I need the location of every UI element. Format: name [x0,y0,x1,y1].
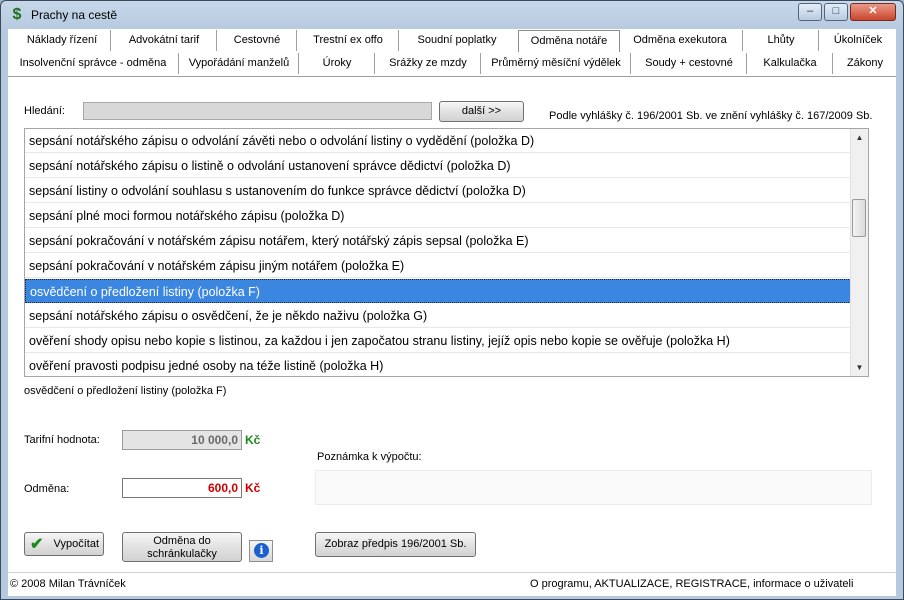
tab-advokatni-tarif[interactable]: Advokátní tarif [110,30,217,51]
app-window: $ Prachy na cestě – □ ✕ Náklady řízení A… [0,0,904,600]
window-title: Prachy na cestě [31,8,118,22]
tab-odmena-exekutora[interactable]: Odměna exekutora [620,30,740,51]
calculate-button[interactable]: ✔ Vypočítat [24,532,104,556]
calculate-label: Vypočítat [53,538,99,550]
checkmark-icon: ✔ [30,536,44,553]
tab-uroky[interactable]: Úroky [298,53,375,74]
tab-divider [8,76,896,77]
reward-currency: Kč [245,481,261,495]
tab-row-1: Náklady řízení Advokátní tarif Cestovné … [8,30,896,52]
tariff-value-field[interactable]: 10 000,0 [122,430,242,450]
reward-value-field[interactable]: 600,0 [122,478,242,498]
tab-naklady-rizeni[interactable]: Náklady řízení [18,30,106,51]
selected-description: osvědčení o předložení listiny (položka … [24,382,869,412]
list-item[interactable]: sepsání listiny o odvolání souhlasu s us… [25,179,851,203]
scroll-thumb[interactable] [852,199,866,237]
client-area: Náklady řízení Advokátní tarif Cestovné … [8,29,896,596]
tab-zakony[interactable]: Zákony [832,53,897,74]
copyright-text: © 2008 Milan Trávníček [10,578,126,590]
close-button[interactable]: ✕ [850,3,896,21]
note-label: Poznámka k výpočtu: [317,451,422,463]
maximize-button[interactable]: □ [824,3,848,21]
note-field[interactable] [315,470,872,505]
tab-kalkulacka[interactable]: Kalkulačka [746,53,833,74]
list-item[interactable]: ověření shody opisu nebo kopie s listino… [25,329,851,353]
scroll-up-icon[interactable]: ▲ [851,129,868,146]
tariff-label: Tarifní hodnota: [24,434,100,446]
regulation-note: Podle vyhlášky č. 196/2001 Sb. ve znění … [549,110,873,122]
reward-label: Odměna: [24,483,70,495]
search-label: Hledání: [24,105,65,117]
list-item[interactable]: sepsání notářského zápisu o osvědčení, ž… [25,304,851,328]
scroll-down-icon[interactable]: ▼ [851,359,868,376]
tab-trestni-ex-offo[interactable]: Trestní ex offo [296,30,399,51]
tab-lhuty[interactable]: Lhůty [742,30,819,51]
list-scrollbar[interactable]: ▲ ▼ [850,129,868,376]
tab-row-2: Insolvenční správce - odměna Vypořádání … [8,53,896,75]
minimize-button[interactable]: – [798,3,822,21]
tab-insolvencni-spravce[interactable]: Insolvenční správce - odměna [10,53,176,74]
title-bar[interactable]: $ Prachy na cestě – □ ✕ [1,1,903,29]
tab-odmena-notare[interactable]: Odměna notáře [518,30,620,52]
list-item[interactable]: sepsání plné moci formou notářského zápi… [25,204,851,228]
list-item[interactable]: sepsání notářského zápisu o listině o od… [25,154,851,178]
list-item[interactable]: sepsání notářského zápisu o odvolání záv… [25,129,851,153]
tab-ukolnicek[interactable]: Úkolníček [818,30,897,51]
app-dollar-icon: $ [12,6,22,23]
list-item-selected[interactable]: osvědčení o předložení listiny (položka … [25,279,851,303]
list-item[interactable]: sepsání pokračování v notářském zápisu n… [25,229,851,253]
list-item[interactable]: sepsání pokračování v notářském zápisu j… [25,254,851,278]
info-icon: i [254,543,269,558]
tab-soudni-poplatky[interactable]: Soudní poplatky [398,30,515,51]
list-item[interactable]: ověření pravosti podpisu jedné osoby na … [25,354,851,376]
tab-srazky-ze-mzdy[interactable]: Srážky ze mzdy [374,53,481,74]
to-clipboard-button[interactable]: Odměna do schránkulačky [122,532,242,562]
tab-vyporadani-manzelu[interactable]: Vypořádání manželů [178,53,299,74]
search-input[interactable] [83,102,432,120]
tab-prumerny-mesicni-vydelek[interactable]: Průměrný měsíční výdělek [480,53,631,74]
show-regulation-button[interactable]: Zobraz předpis 196/2001 Sb. [315,532,476,557]
about-links[interactable]: O programu, AKTUALIZACE, REGISTRACE, inf… [530,578,853,590]
services-list[interactable]: sepsání notářského zápisu o odvolání záv… [24,128,869,377]
tariff-currency: Kč [245,433,261,447]
next-button[interactable]: další >> [439,101,524,122]
tab-cestovne[interactable]: Cestovné [216,30,297,51]
info-button[interactable]: i [249,540,273,562]
tab-soudy-cestovne[interactable]: Soudy + cestovné [630,53,747,74]
status-bar: © 2008 Milan Trávníček O programu, AKTUA… [8,572,896,596]
